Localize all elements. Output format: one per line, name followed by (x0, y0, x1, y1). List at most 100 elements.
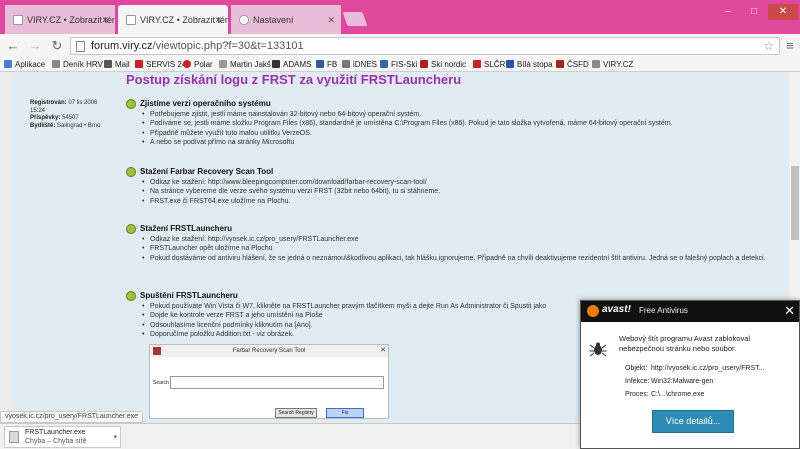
bookmarks-bar: Aplikace Deník HRV Mail SERVIS 24 Polar … (0, 58, 800, 72)
bookmark-adams[interactable]: ADAMS (272, 58, 311, 72)
frst-search-label: Search (153, 380, 169, 386)
bookmark-martin-jaks[interactable]: Martin Jakš (219, 58, 271, 72)
file-icon (9, 431, 19, 443)
user-info: Registrován: 07 lis 2006 15:24 Příspěvky… (30, 100, 101, 129)
bookmark-servis24[interactable]: SERVIS 24 (135, 58, 186, 72)
download-item[interactable]: FRSTLauncher.exe Chyba – Chyba sítě ▾ (4, 426, 121, 448)
bookmark-idnes[interactable]: iDNES (342, 58, 377, 72)
frst-logo-icon (153, 347, 161, 355)
list-item: Potřebujeme zjistit, jestli máme nainsta… (140, 110, 790, 120)
download-status: Chyba – Chyba sítě (25, 438, 87, 445)
list-item: FRST.exe či FRST64.exe uložíme na Plochu… (140, 197, 790, 207)
list-item: Podíváme se, jestli máme složku Program … (140, 119, 790, 129)
avast-brand: avast! (602, 304, 631, 315)
list-item: Pokud dostáváme od antiviru hlášení, že … (140, 254, 790, 264)
step-icon (126, 291, 136, 301)
tab-viry-2[interactable]: VIRY.CZ • Zobrazit téma - ✕ (118, 5, 228, 34)
close-window-button[interactable]: ✕ (768, 4, 798, 20)
bookmark-fb[interactable]: FB (316, 58, 337, 72)
tab-settings[interactable]: Nastavení ✕ (231, 5, 341, 34)
avast-header: avast! Free Antivirus ✕ (581, 301, 799, 322)
section-title: Zjistíme verzi operačního systému (140, 99, 271, 108)
avast-product-name: Free Antivirus (639, 306, 688, 315)
page-icon (556, 60, 564, 68)
ski-icon (380, 60, 388, 68)
bookmark-csfd[interactable]: ČSFD (556, 58, 589, 72)
address-bar[interactable]: forum.viry.cz/viewtopic.php?f=30&t=13310… (70, 37, 780, 55)
close-icon: ✕ (380, 347, 386, 354)
tab-close-icon[interactable]: ✕ (214, 5, 222, 34)
list-item[interactable]: Odkaz ke stažení: http://www.bleepingcom… (140, 178, 790, 188)
step-icon (126, 224, 136, 234)
avast-object-row: Objekt: http://vyosek.ic.cz/pro_usery/FRS… (625, 365, 765, 372)
page-icon (52, 60, 60, 68)
close-icon[interactable]: ✕ (784, 303, 795, 318)
mail-icon (104, 60, 112, 68)
bookmark-star-icon[interactable]: ☆ (763, 38, 774, 55)
tab-strip: VIRY.CZ • Zobrazit téma - ✕ VIRY.CZ • Zo… (0, 0, 800, 34)
bookmark-viry[interactable]: VIRY.CZ (592, 58, 633, 72)
apps-grid-icon (4, 60, 12, 68)
section-title: Spuštění FRSTLauncheru (140, 291, 238, 300)
bookmark-ski-nordic[interactable]: Ski nordic (420, 58, 466, 72)
frst-search-box (170, 376, 384, 389)
bookmark-aplikace[interactable]: Aplikace (4, 58, 45, 72)
minimize-button[interactable]: – (716, 4, 740, 20)
list-item: Případně můžete využít tuto malou utilit… (140, 129, 790, 139)
chevron-down-icon[interactable]: ▾ (113, 433, 117, 441)
page-info-icon[interactable] (76, 41, 85, 52)
page-icon (506, 60, 514, 68)
browser-menu-icon[interactable]: ≡ (784, 37, 796, 55)
step-icon (126, 99, 136, 109)
bookmark-bila-stopa[interactable]: Bílá stopa (506, 58, 553, 72)
facebook-icon (316, 60, 324, 68)
tab-close-icon[interactable]: ✕ (101, 5, 109, 34)
address-toolbar: ← → ↻ forum.viry.cz/viewtopic.php?f=30&t… (0, 34, 800, 58)
tab-close-icon[interactable]: ✕ (327, 5, 335, 34)
section-title: Stažení Farbar Recovery Scan Tool (140, 167, 274, 176)
bookmark-slcr[interactable]: SLČR (473, 58, 505, 72)
forward-arrow-icon[interactable]: → (26, 37, 44, 55)
list-item: FRSTLauncher opět uložíme na Plochu (140, 244, 790, 254)
list-item[interactable]: Odkaz ke stažení: http://vyosek.ic.cz/pr… (140, 235, 790, 245)
avast-process-row: Proces: C:\...\chrome.exe (625, 391, 705, 398)
reload-icon[interactable]: ↻ (48, 37, 66, 55)
frst-screenshot-image: Farbar Recovery Scan Tool ✕ Search Searc… (149, 344, 389, 419)
ski-icon (420, 60, 428, 68)
frst-fix-button: Fix (326, 408, 364, 418)
download-filename: FRSTLauncher.exe (25, 429, 86, 436)
page-favicon-icon (126, 15, 136, 25)
list-item: A nebo se podívat přímo na stránky Micro… (140, 138, 790, 148)
tab-viry-1[interactable]: VIRY.CZ • Zobrazit téma - ✕ (5, 5, 115, 34)
tab-label: Nastavení (253, 15, 294, 25)
scrollbar-thumb[interactable] (791, 166, 799, 240)
bookmark-polar[interactable]: Polar (183, 58, 213, 72)
new-tab-button[interactable] (342, 12, 368, 26)
more-details-button[interactable]: Více detailů... (652, 410, 734, 433)
step-icon (126, 167, 136, 177)
bookmark-denik-hrv[interactable]: Deník HRV (52, 58, 103, 72)
back-arrow-icon[interactable]: ← (4, 37, 22, 55)
page-icon (272, 60, 280, 68)
avast-infection-row: Infekce:Win32:Malware-gen (625, 378, 714, 385)
polar-icon (183, 60, 191, 68)
post-title: Postup získání logu z FRST za využití FR… (126, 72, 462, 87)
url-text[interactable]: forum.viry.cz/viewtopic.php?f=30&t=13310… (91, 38, 304, 55)
avast-alert-popup: avast! Free Antivirus ✕ Webový štít prog… (580, 300, 800, 449)
page-icon (473, 60, 481, 68)
maximize-button[interactable]: □ (742, 4, 766, 20)
bank-icon (135, 60, 143, 68)
page-icon (592, 60, 600, 68)
bookmark-fis-ski[interactable]: FIS-Ski (380, 58, 417, 72)
settings-gear-icon (239, 15, 249, 25)
page-icon (219, 60, 227, 68)
frst-search-registry-button: Search Registry (275, 408, 317, 418)
bookmark-mail[interactable]: Mail (104, 58, 130, 72)
avast-logo-icon (587, 305, 599, 317)
section-title: Stažení FRSTLauncheru (140, 224, 233, 233)
avast-message: Webový štít programu Avast zablokoval ne… (619, 334, 751, 353)
bug-icon (589, 342, 607, 357)
status-url-bubble: vyosek.ic.cz/pro_usery/FRSTLauncher.exe (0, 411, 144, 423)
list-item: Na stránce vybereme dle verze svého syst… (140, 187, 790, 197)
page-icon (342, 60, 350, 68)
